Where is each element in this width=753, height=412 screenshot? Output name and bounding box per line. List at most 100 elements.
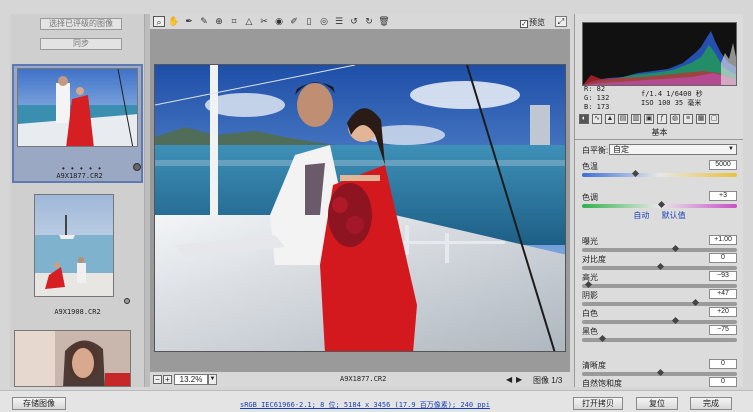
tab-effects-icon[interactable]: ƒ <box>657 114 667 124</box>
status-bar: − + 13.2% ▼ A9X1877.CR2 ◀ ▶ 图像 1/3 <box>150 371 570 387</box>
bottom-bar: 存储图像 sRGB IEC61966-2.1; 8 位; 5184 x 3456… <box>0 390 753 412</box>
image-counter: 图像 1/3 <box>533 376 563 385</box>
slider-label: 自然饱和度 <box>582 379 622 387</box>
tab-camera-calibration-icon[interactable]: ◍ <box>670 114 680 124</box>
brush-icon[interactable]: ✐ <box>288 16 300 27</box>
done-button[interactable]: 完成 <box>690 397 732 410</box>
filmstrip-thumbnail-3[interactable] <box>14 330 131 387</box>
preview-checkbox[interactable]: ✓ 预览 <box>520 17 545 28</box>
reset-button[interactable]: 复位 <box>636 397 678 410</box>
hand-icon[interactable]: ✋ <box>168 16 180 27</box>
slider-track[interactable] <box>582 173 737 177</box>
rgb-values: R: 82 G: 132 B: 173 <box>584 85 609 112</box>
slider-value-field[interactable]: +20 <box>709 307 737 317</box>
workflow-options-link[interactable]: sRGB IEC61966-2.1; 8 位; 5184 x 3456 (17.… <box>240 400 490 410</box>
slider-value-field[interactable]: −93 <box>709 271 737 281</box>
slider-label: 阴影 <box>582 291 598 300</box>
thumbnail-image-1 <box>17 68 138 147</box>
slider-value-field[interactable]: −75 <box>709 325 737 335</box>
slider-label: 对比度 <box>582 255 606 264</box>
slider-label: 黑色 <box>582 327 598 336</box>
camera-raw-window: 选择已评级的图像 同步 • • • • • A9X1877.CR2 A9X190… <box>0 0 753 412</box>
chevron-down-icon: ▼ <box>728 146 734 152</box>
main-photo[interactable] <box>154 64 566 352</box>
straighten-icon[interactable]: △ <box>243 16 255 27</box>
slider-value-field[interactable]: +47 <box>709 289 737 299</box>
section-title-basic: 基本 <box>575 127 743 140</box>
filmstrip-panel: 选择已评级的图像 同步 • • • • • A9X1877.CR2 A9X190… <box>10 14 145 387</box>
zoom-in-button[interactable]: + <box>163 375 172 384</box>
tab-basic-icon[interactable]: ◐ <box>579 114 589 124</box>
slider-track[interactable] <box>582 302 737 306</box>
tab-detail-icon[interactable]: ▲ <box>605 114 615 124</box>
slider-label: 白色 <box>582 309 598 318</box>
preview-check-mark: ✓ <box>520 20 528 28</box>
sync-button[interactable]: 同步 <box>40 38 122 50</box>
tab-hsl-icon[interactable]: ▤ <box>618 114 628 124</box>
white-balance-value: 自定 <box>613 145 629 154</box>
green-value: G: 132 <box>584 94 610 102</box>
graduated-filter-icon[interactable]: ▯ <box>303 16 315 27</box>
red-eye-icon[interactable]: ◉ <box>273 16 285 27</box>
default-link[interactable]: 默认值 <box>662 211 686 220</box>
histogram <box>582 22 737 86</box>
zoom-level-field[interactable]: 13.2% <box>174 374 208 385</box>
white-balance-select[interactable]: 自定 ▼ <box>609 144 737 155</box>
slider-label: 曝光 <box>582 237 598 246</box>
crop-icon[interactable]: ⌗ <box>228 16 240 27</box>
slider-value-field[interactable]: +3 <box>709 191 737 201</box>
slider-label: 色温 <box>582 162 598 171</box>
tab-snapshots-icon[interactable]: ▦ <box>696 114 706 124</box>
iso-focal: ISO 100 35 毫米 <box>641 99 702 107</box>
color-sampler-icon[interactable]: ✎ <box>198 16 210 27</box>
preview-area: ⌕ ✋ ✒ ✎ ⊕ ⌗ △ ✂ ◉ ✐ ▯ ◎ ☰ ↺ ↻ 🗑 ✓ 预览 ⤢ −… <box>150 14 570 387</box>
next-image-icon[interactable]: ▶ <box>516 375 522 384</box>
adjustment-panel: R: 82 G: 132 B: 173 f/1.4 1/6400 秒 ISO 1… <box>574 14 743 387</box>
radial-filter-icon[interactable]: ◎ <box>318 16 330 27</box>
auto-link[interactable]: 自动 <box>633 211 649 220</box>
slider-value-field[interactable]: +1.00 <box>709 235 737 245</box>
zoom-dropdown-icon[interactable]: ▼ <box>208 374 217 385</box>
list-icon[interactable]: ☰ <box>333 16 345 27</box>
panel-tabs: ◐ ∿ ▲ ▤ ▥ ▣ ƒ ◍ ≡ ▦ ▢ <box>579 113 741 125</box>
current-filename: A9X1877.CR2 <box>340 375 387 383</box>
blue-value: B: 173 <box>584 103 610 111</box>
slider-value-field[interactable]: 0 <box>709 377 737 387</box>
slider-value-field[interactable]: 5000 <box>709 160 737 170</box>
tab-menu-icon[interactable]: ▢ <box>709 114 719 124</box>
zoom-out-button[interactable]: − <box>153 375 162 384</box>
aperture-shutter: f/1.4 1/6400 秒 <box>641 90 703 98</box>
save-image-button[interactable]: 存储图像 <box>12 397 66 410</box>
filmstrip-thumbnail-2[interactable] <box>34 194 114 297</box>
target-icon[interactable]: ⊕ <box>213 16 225 27</box>
open-copy-button[interactable]: 打开拷贝 <box>573 397 623 410</box>
rotate-left-icon[interactable]: ↺ <box>348 16 360 27</box>
tab-presets-icon[interactable]: ≡ <box>683 114 693 124</box>
zoom-icon[interactable]: ⌕ <box>153 16 165 27</box>
slider-track[interactable] <box>582 284 737 288</box>
previous-image-icon[interactable]: ◀ <box>506 375 512 384</box>
slider-label: 色调 <box>582 193 598 202</box>
thumbnail-caption-2: A9X1908.CR2 <box>54 308 101 316</box>
spot-removal-icon[interactable]: ✂ <box>258 16 270 27</box>
slider-track[interactable] <box>582 320 737 324</box>
fullscreen-icon[interactable]: ⤢ <box>555 16 567 27</box>
white-balance-icon[interactable]: ✒ <box>183 16 195 27</box>
slider-label: 高光 <box>582 273 598 282</box>
auto-default-row: 自动 默认值 <box>575 210 743 221</box>
slider-label: 清晰度 <box>582 361 606 370</box>
filmstrip-thumbnail-1[interactable]: • • • • • A9X1877.CR2 <box>12 64 143 183</box>
tab-tone-curve-icon[interactable]: ∿ <box>592 114 602 124</box>
tab-lens-icon[interactable]: ▣ <box>644 114 654 124</box>
select-rated-images-button[interactable]: 选择已评级的图像 <box>40 18 122 30</box>
settings-badge-icon <box>124 298 130 304</box>
trash-icon[interactable]: 🗑 <box>378 16 390 27</box>
rotate-right-icon[interactable]: ↻ <box>363 16 375 27</box>
red-value: R: 82 <box>584 85 606 93</box>
slider-value-field[interactable]: 0 <box>709 253 737 263</box>
tab-split-toning-icon[interactable]: ▥ <box>631 114 641 124</box>
slider-track[interactable] <box>582 248 737 252</box>
camera-info: f/1.4 1/6400 秒 ISO 100 35 毫米 <box>641 90 703 108</box>
tool-bar: ⌕ ✋ ✒ ✎ ⊕ ⌗ △ ✂ ◉ ✐ ▯ ◎ ☰ ↺ ↻ 🗑 ✓ 预览 ⤢ <box>150 14 570 30</box>
slider-value-field[interactable]: 0 <box>709 359 737 369</box>
